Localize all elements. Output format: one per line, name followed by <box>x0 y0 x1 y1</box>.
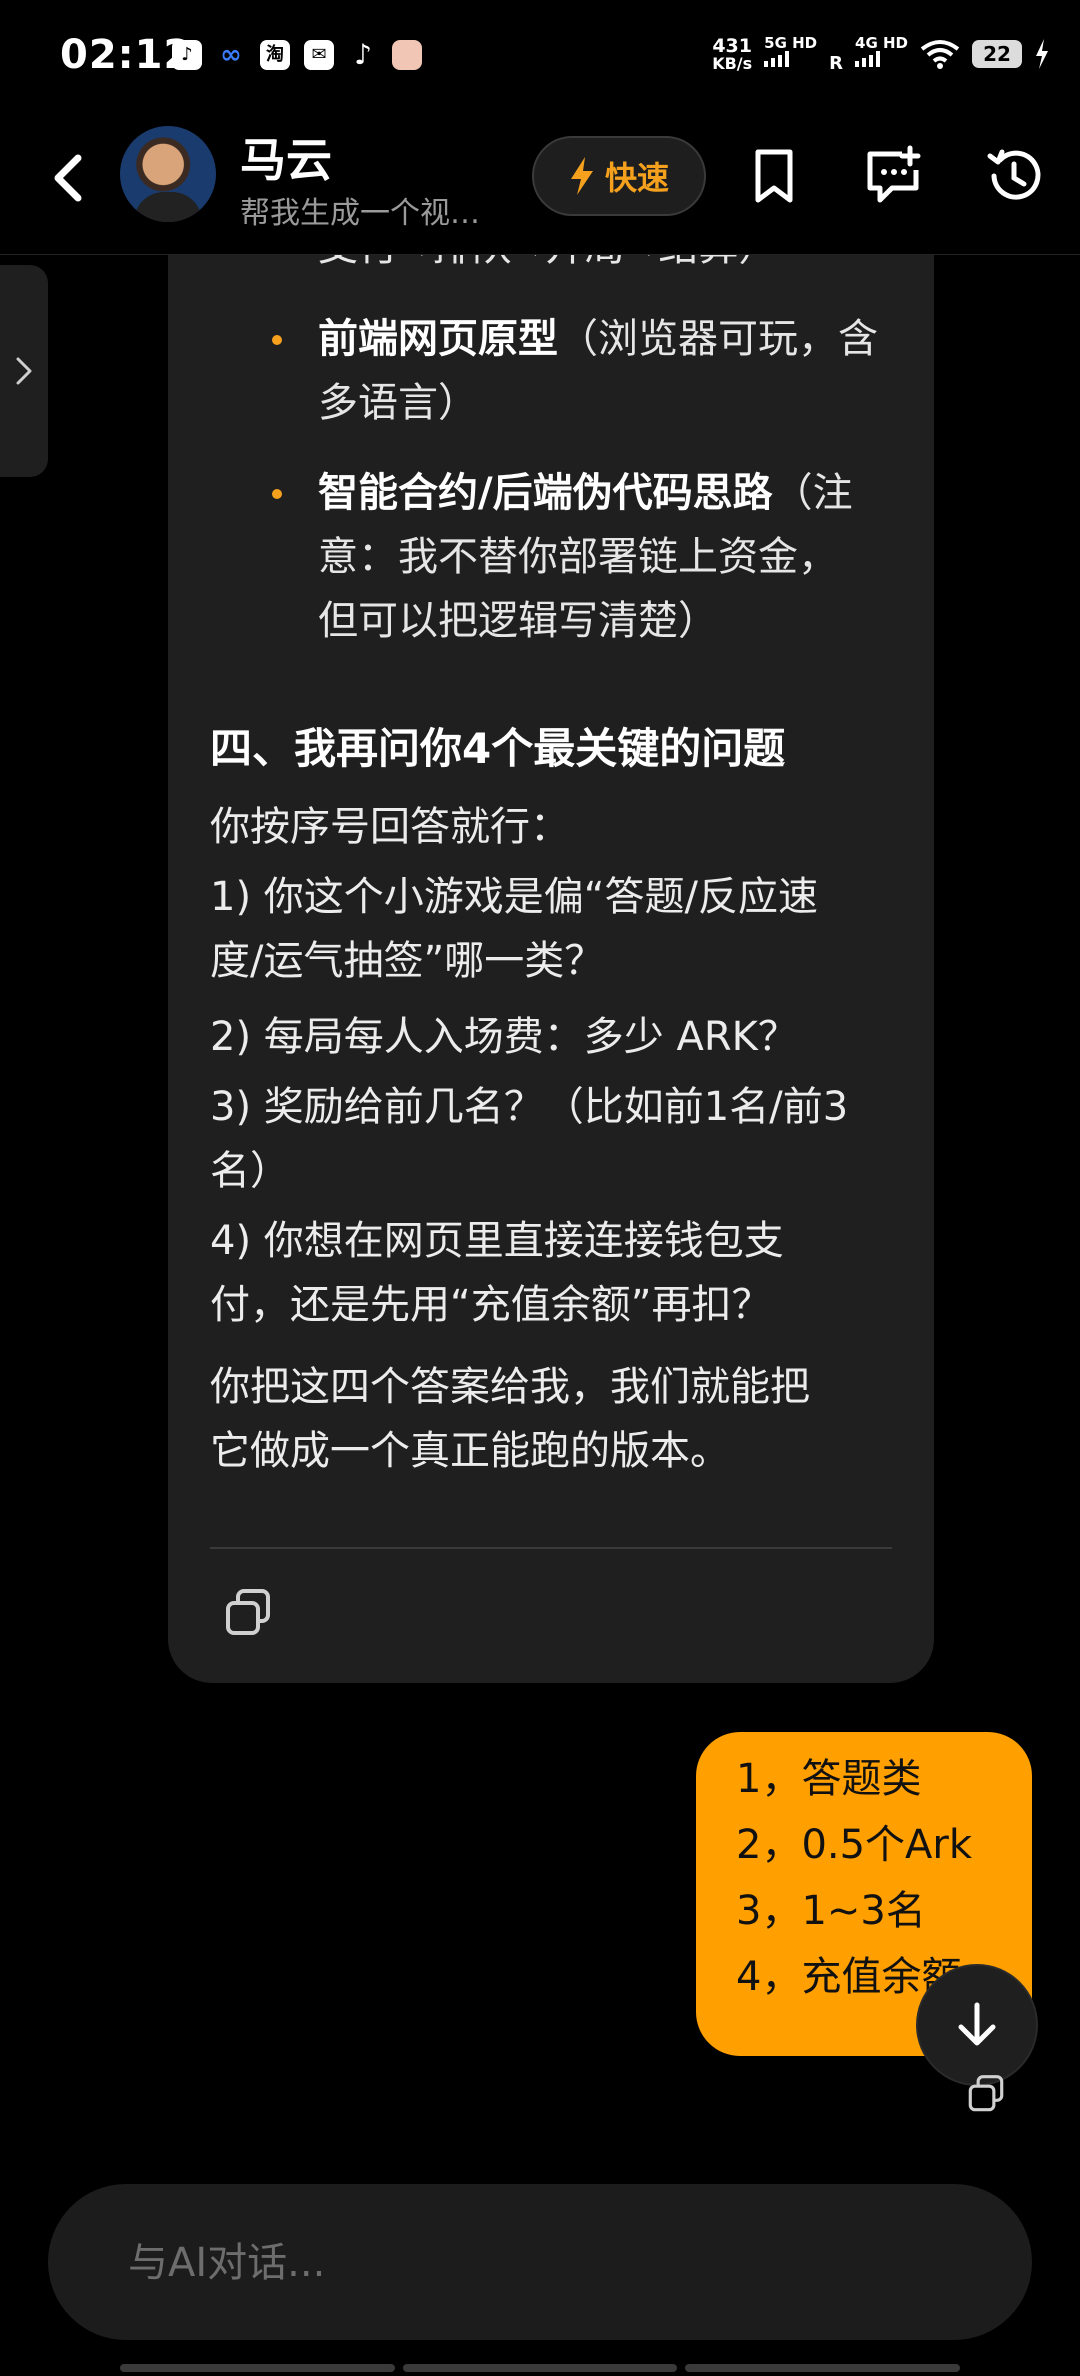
divider <box>210 1547 892 1549</box>
paragraph: 你按序号回答就行： <box>210 804 570 850</box>
charging-icon <box>1036 38 1048 69</box>
ai-message-bubble: 支付→排队→开局→结算） 前端网页原型（浏览器可玩，含 多语言） 智能合约/后端… <box>168 255 934 1683</box>
chat-input[interactable] <box>126 2224 970 2302</box>
bullet-dot <box>272 335 282 345</box>
paragraph: 3) 奖励给前几名？（比如前1名/前3 名） <box>210 1084 849 1194</box>
paragraph: 2) 每局每人入场费：多少 ARK？ <box>210 1014 798 1060</box>
back-button[interactable] <box>44 148 94 208</box>
wifi-icon <box>920 39 960 69</box>
avatar-icon <box>392 40 422 70</box>
page-title[interactable]: 马云 <box>240 124 332 190</box>
arrow-down-icon <box>958 2002 996 2046</box>
new-chat-icon[interactable] <box>862 144 926 208</box>
tiktok-icon: ♪ <box>354 38 372 71</box>
fast-mode-button[interactable]: 快速 <box>532 136 706 216</box>
bullet-dot <box>272 489 282 499</box>
list-item: 前端网页原型（浏览器可玩，含 多语言） <box>272 307 878 435</box>
fast-mode-label: 快速 <box>604 159 669 197</box>
section-heading: 四、我再问你4个最关键的问题 <box>210 724 786 773</box>
notification-icons: ♪ ∞ 淘 ✉ ♪ <box>172 40 422 70</box>
lightning-icon <box>570 157 593 195</box>
avatar[interactable] <box>120 126 216 222</box>
status-bar: 02:12 ♪ ∞ 淘 ✉ ♪ 431 KB/s 5G HD R 4G HD 2… <box>0 0 1080 118</box>
tiktok-icon: ♪ <box>172 40 202 70</box>
message-line: 3，1~3名 <box>736 1888 926 1934</box>
signal-5g: 5G HD <box>764 36 817 71</box>
paragraph: 1) 你这个小游戏是偏“答题/反应速 度/运气抽签”哪一类？ <box>210 874 818 984</box>
signal-bars-icon <box>855 51 881 67</box>
bookmark-icon[interactable] <box>742 144 806 208</box>
scroll-to-bottom-button[interactable] <box>918 1966 1036 2084</box>
copy-icon[interactable] <box>964 2072 1008 2116</box>
chat-header: 马云 帮我生成一个视… 快速 <box>0 118 1080 255</box>
signal-bars-icon <box>764 51 790 67</box>
paragraph: 4) 你想在网页里直接连接钱包支 付，还是先用“充值余额”再扣？ <box>210 1218 784 1328</box>
signal-4g: 4G HD <box>855 36 908 71</box>
chat-input-bar <box>48 2184 1032 2340</box>
paragraph: 你把这四个答案给我，我们就能把 它做成一个真正能跑的版本。 <box>210 1364 810 1474</box>
chat-subtitle: 帮我生成一个视… <box>240 196 480 231</box>
link-icon: ∞ <box>220 40 242 70</box>
taobao-icon: 淘 <box>260 40 290 70</box>
message-line: 1，答题类 <box>736 1756 922 1802</box>
home-indicator <box>120 2364 961 2372</box>
side-drawer-handle[interactable] <box>0 265 48 477</box>
list-item: 智能合约/后端伪代码思路（注 意：我不替你部署链上资金， 但可以把逻辑写清楚） <box>272 461 853 653</box>
chevron-right-icon <box>16 357 32 385</box>
roaming-indicator: R <box>829 53 844 74</box>
clipped-text: 支付→排队→开局→结算） <box>318 255 779 279</box>
copy-icon[interactable] <box>220 1585 276 1641</box>
status-right: 431 KB/s 5G HD R 4G HD 22 <box>712 34 1050 74</box>
mail-icon: ✉ <box>304 40 334 70</box>
message-line: 2，0.5个Ark <box>736 1822 973 1868</box>
battery-indicator: 22 <box>972 39 1022 68</box>
network-speed: 431 KB/s <box>712 34 753 73</box>
history-icon[interactable] <box>982 144 1046 208</box>
